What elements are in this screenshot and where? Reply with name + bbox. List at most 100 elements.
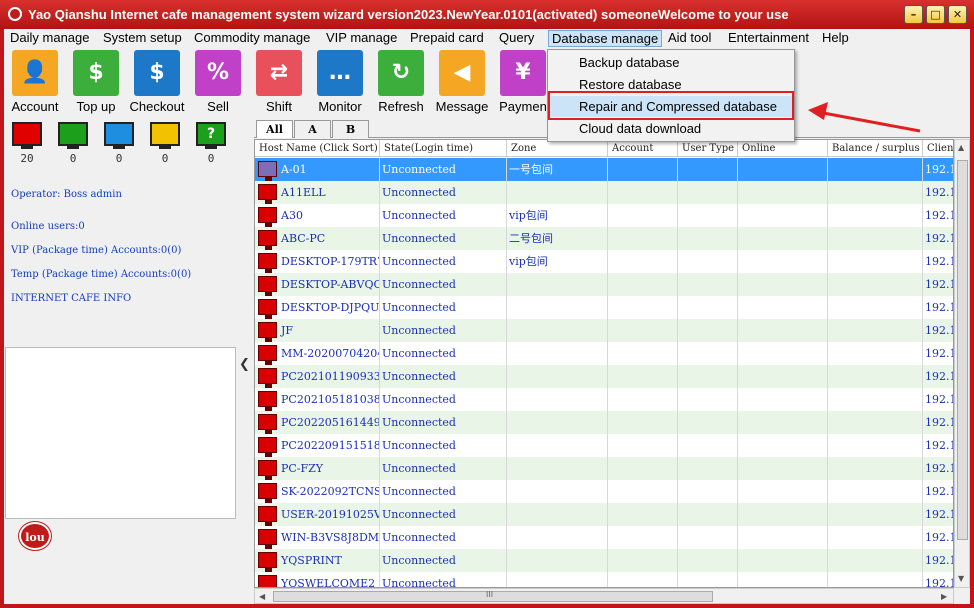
column-header[interactable]: Account (608, 140, 678, 157)
toolbar-paymen-button[interactable]: ¥ Paymen (494, 50, 552, 116)
status-monitor[interactable]: 0 (148, 122, 182, 165)
table-row[interactable]: DESKTOP-ABVQOR6Unconnected 192.1 (255, 273, 953, 296)
empty-cell (608, 503, 678, 526)
close-button[interactable]: ✕ (948, 5, 967, 24)
empty-cell (738, 227, 828, 250)
table-row[interactable]: MM-202007042048Unconnected 192.1 (255, 342, 953, 365)
toolbar-message-button[interactable]: ◀ Message (433, 50, 491, 116)
tab-all[interactable]: All (256, 120, 293, 138)
empty-cell (608, 158, 678, 181)
vertical-scroll-thumb[interactable] (957, 160, 968, 540)
empty-cell (608, 319, 678, 342)
column-header[interactable]: State(Login time) (380, 140, 507, 157)
menu-database-manage[interactable]: Database manage (548, 30, 663, 47)
table-row[interactable]: ABC-PC Unconnected 二号包间 192.1 (255, 227, 953, 250)
empty-cell (828, 549, 923, 572)
horizontal-scrollbar[interactable]: ◀ III ▶ (254, 588, 954, 604)
computer-icon (258, 575, 277, 587)
left-panel: 20 0 0 0? 0 Operator: Boss admin Online user… (4, 119, 236, 604)
menu-entertainment[interactable]: Entertainment (725, 30, 812, 47)
client-cell: 192.1 (923, 181, 953, 204)
toolbar-refresh-button[interactable]: ↻ Refresh (372, 50, 430, 116)
vertical-scrollbar[interactable]: ▲ ▼ (954, 139, 970, 588)
tab-a[interactable]: A (294, 120, 331, 138)
zone-cell (507, 572, 608, 587)
column-header[interactable]: Online (738, 140, 828, 157)
menu-commodity-manage[interactable]: Commodity manage (191, 30, 313, 47)
panel-splitter[interactable]: ❮ (236, 119, 252, 604)
brand-logo[interactable]: lou (19, 522, 51, 550)
status-monitor[interactable]: 0 (56, 122, 90, 165)
table-row[interactable]: SK-2022092TCNSJ Unconnected 192.1 (255, 480, 953, 503)
column-header[interactable]: User Type (678, 140, 738, 157)
zone-cell: 二号包间 (507, 227, 608, 250)
column-header[interactable]: Balance / surplus (828, 140, 923, 157)
table-row[interactable]: JF Unconnected 192.1 (255, 319, 953, 342)
scroll-left-icon[interactable]: ◀ (259, 592, 265, 601)
table-row[interactable]: A30 Unconnected vip包间 192.1 (255, 204, 953, 227)
computer-icon (258, 460, 277, 480)
scroll-right-icon[interactable]: ▶ (941, 592, 947, 601)
toolbar-shift-button[interactable]: ⇄ Shift (250, 50, 308, 116)
table-row[interactable]: PC202209151518 Unconnected 192.1 (255, 434, 953, 457)
empty-cell (738, 365, 828, 388)
menu-daily-manage[interactable]: Daily manage (7, 30, 93, 47)
menu-query[interactable]: Query (496, 30, 537, 47)
chevron-left-icon[interactable]: ❮ (239, 357, 250, 372)
yen-icon: ¥ (500, 50, 546, 96)
minimize-button[interactable]: – (904, 5, 923, 24)
toolbar-checkout-button[interactable]: $ Checkout (128, 50, 186, 116)
table-row[interactable]: WIN-B3VS8J8DM83Unconnected 192.1 (255, 526, 953, 549)
toolbar-monitor-button[interactable]: … Monitor (311, 50, 369, 116)
empty-cell (828, 411, 923, 434)
table-row[interactable]: PC202101190933 Unconnected 192.1 (255, 365, 953, 388)
empty-cell (608, 365, 678, 388)
scroll-up-icon[interactable]: ▲ (958, 143, 964, 152)
client-cell: 192.1 (923, 296, 953, 319)
menu-prepaid-card[interactable]: Prepaid card (407, 30, 487, 47)
computer-icon (258, 483, 277, 503)
monitor-count: 20 (20, 152, 34, 165)
menu-item-cloud-data-download[interactable]: Cloud data download (550, 118, 792, 139)
toolbar-label: Monitor (318, 99, 362, 114)
column-header[interactable]: Zone (507, 140, 608, 157)
table-row[interactable]: A11ELL Unconnected 192.1 (255, 181, 953, 204)
status-monitor[interactable]: 20 (10, 122, 44, 165)
table-row[interactable]: USER-20191025VUUnconnected 192.1 (255, 503, 953, 526)
scroll-down-icon[interactable]: ▼ (958, 574, 964, 583)
zone-cell (507, 526, 608, 549)
menu-help[interactable]: Help (819, 30, 852, 47)
menu-aid-tool[interactable]: Aid tool (665, 30, 714, 47)
table-row[interactable]: A-01 Unconnected 一号包间 192.1 (255, 158, 953, 181)
empty-cell (608, 204, 678, 227)
state-cell: Unconnected (380, 250, 507, 273)
empty-cell (828, 342, 923, 365)
empty-cell (608, 549, 678, 572)
column-header[interactable]: Client (923, 140, 953, 157)
horizontal-scroll-thumb[interactable]: III (273, 590, 713, 602)
status-monitor[interactable]: ? 0 (194, 122, 228, 165)
tab-b[interactable]: B (332, 120, 369, 138)
title-bar[interactable]: Yao Qianshu Internet cafe management sys… (0, 0, 974, 29)
maximize-button[interactable]: □ (926, 5, 945, 24)
host-name-cell: JF (279, 319, 380, 342)
table-row[interactable]: DESKTOP-DJPQUD5Unconnected 192.1 (255, 296, 953, 319)
empty-cell (678, 526, 738, 549)
menu-system-setup[interactable]: System setup (100, 30, 185, 47)
status-monitor[interactable]: 0 (102, 122, 136, 165)
table-row[interactable]: YQSPRINT Unconnected 192.1 (255, 549, 953, 572)
table-row[interactable]: PC-FZY Unconnected 192.1 (255, 457, 953, 480)
toolbar-account-button[interactable]: 👤 Account (6, 50, 64, 116)
table-row[interactable]: YQSWELCOME2 Unconnected 192.1 (255, 572, 953, 587)
table-row[interactable]: DESKTOP-179TR72Unconnectedvip包间 192.1 (255, 250, 953, 273)
menu-item-backup-database[interactable]: Backup database (550, 52, 792, 73)
client-cell: 192.1 (923, 480, 953, 503)
table-row[interactable]: PC202105181038 Unconnected 192.1 (255, 388, 953, 411)
toolbar-top-up-button[interactable]: $ Top up (67, 50, 125, 116)
table-row[interactable]: PC202205161449 Unconnected 192.1 (255, 411, 953, 434)
toolbar-sell-button[interactable]: % Sell (189, 50, 247, 116)
toolbar-label: Refresh (378, 99, 424, 114)
menu-vip-manage[interactable]: VIP manage (323, 30, 400, 47)
column-header[interactable]: Host Name (Click Sort) (255, 140, 380, 157)
empty-cell (678, 204, 738, 227)
